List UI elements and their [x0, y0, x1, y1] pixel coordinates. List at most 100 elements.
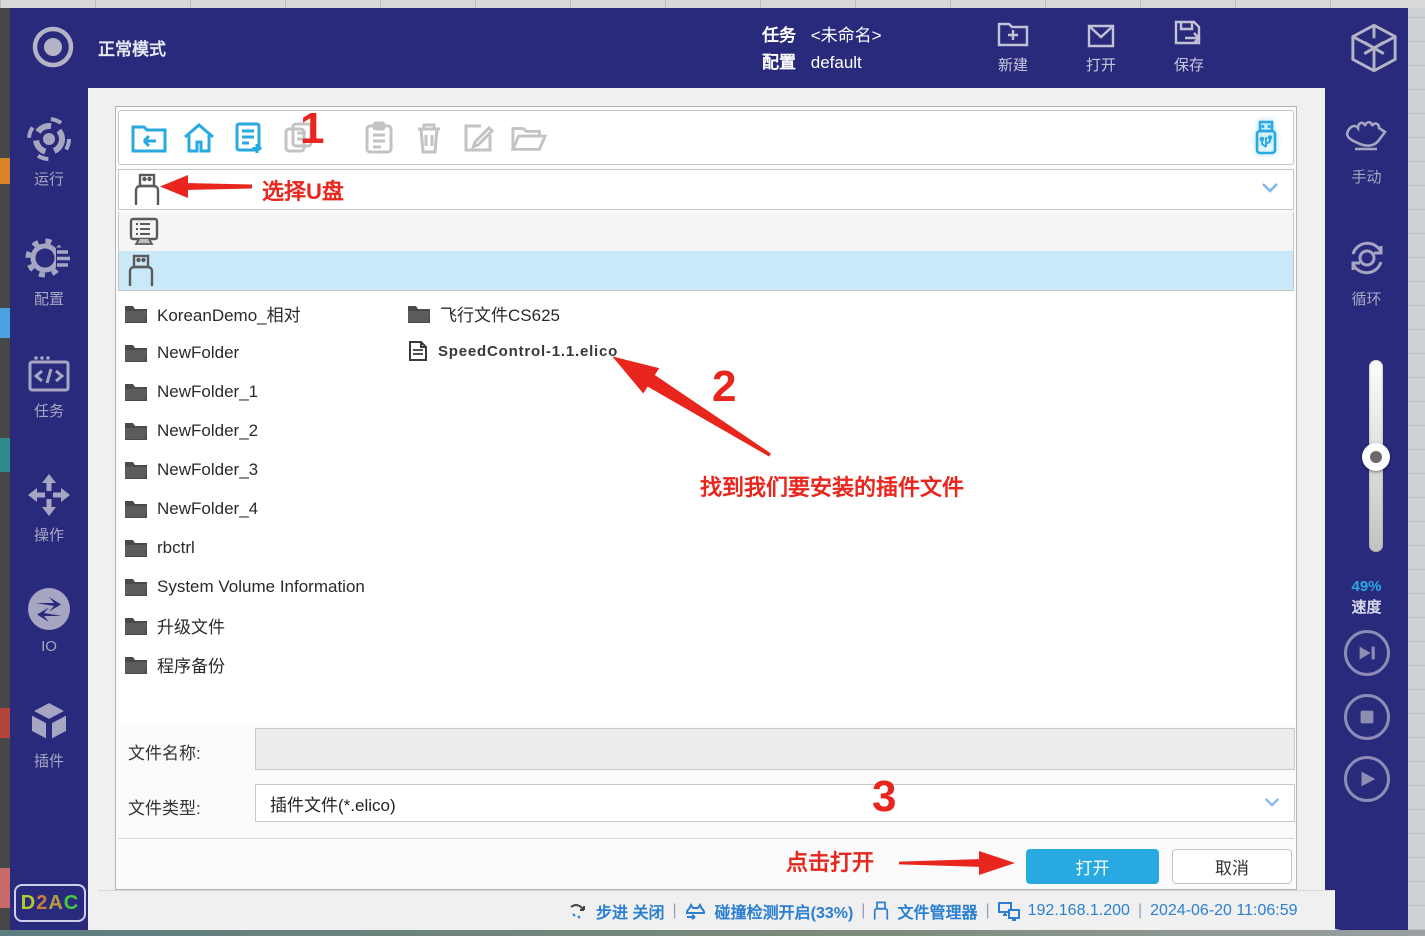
right-sidebar: 手动 循环 49% 速度	[1325, 88, 1408, 930]
file-name: NewFolder_4	[157, 499, 258, 519]
rename-button[interactable]	[461, 120, 497, 156]
d2ac-badge[interactable]: D2AC	[14, 884, 86, 922]
sidebar-item-loop[interactable]: 循环	[1325, 234, 1408, 309]
run-target-icon	[26, 116, 72, 162]
open-folder-button[interactable]	[511, 120, 547, 156]
file-type-value: 插件文件(*.elico)	[270, 791, 396, 816]
file-row[interactable]: 升级文件	[124, 606, 365, 645]
file-name: 飞行文件CS625	[440, 301, 560, 326]
folder-icon	[124, 616, 148, 635]
config-value: default	[811, 53, 862, 72]
annotation-step1-text: 选择U盘	[262, 174, 344, 206]
file-row[interactable]: KoreanDemo_相对	[124, 294, 365, 333]
step-mode-icon[interactable]	[568, 901, 588, 921]
file-row-plugin[interactable]: SpeedControl-1.1.elico	[407, 332, 618, 370]
sidebar-item-io[interactable]: IO	[10, 586, 88, 655]
usb-drive-icon	[1253, 120, 1279, 156]
cancel-button[interactable]: 取消	[1172, 849, 1292, 884]
drive-list	[118, 212, 1294, 291]
plugin-cube-icon	[26, 698, 72, 744]
sidebar-label-plugin: 插件	[34, 753, 64, 770]
task-code-icon	[26, 354, 72, 394]
ip-address: 192.168.1.200	[1028, 902, 1130, 920]
new-task-icon	[996, 18, 1030, 50]
annotation-step3-text: 点击打开	[786, 845, 874, 877]
file-toolbar	[118, 110, 1294, 165]
folder-icon	[124, 343, 148, 362]
file-row[interactable]: 飞行文件CS625	[407, 294, 618, 332]
sidebar-label-task: 任务	[34, 403, 64, 420]
file-row[interactable]: NewFolder_2	[124, 411, 365, 450]
step-mode-label[interactable]: 步进 关闭	[596, 899, 664, 923]
collision-detect-label[interactable]: 碰撞检测开启(33%)	[715, 899, 854, 923]
move-arrows-icon	[26, 472, 72, 518]
folder-icon	[124, 577, 148, 596]
usb-drive-indicator[interactable]	[1253, 120, 1279, 161]
status-separator: |	[985, 902, 989, 920]
file-name: NewFolder_3	[157, 460, 258, 480]
drive-option-usb[interactable]	[119, 251, 1293, 290]
rename-icon	[462, 121, 496, 155]
new-document-button[interactable]	[231, 120, 267, 156]
new-task-button[interactable]: 新建	[978, 18, 1048, 75]
mode-button[interactable]	[30, 24, 76, 70]
file-manager-label[interactable]: 文件管理器	[897, 899, 977, 923]
annotation-arrow-select-usb	[155, 169, 255, 205]
delete-button[interactable]	[411, 120, 447, 156]
folder-back-button[interactable]	[131, 120, 167, 156]
sidebar-item-run[interactable]: 运行	[10, 116, 88, 189]
save-task-button[interactable]: 保存	[1154, 18, 1224, 75]
datetime: 2024-06-20 11:06:59	[1150, 902, 1297, 920]
file-row[interactable]: NewFolder_1	[124, 372, 365, 411]
file-name-input[interactable]	[255, 728, 1295, 770]
desktop-left-strip	[0, 8, 10, 930]
status-separator: |	[672, 902, 676, 920]
speed-slider-thumb[interactable]	[1362, 443, 1390, 471]
sidebar-item-task[interactable]: 任务	[10, 354, 88, 421]
mode-ring-icon	[30, 24, 76, 70]
sidebar-item-config[interactable]: 配置	[10, 236, 88, 309]
sidebar-item-manual[interactable]: 手动	[1325, 116, 1408, 187]
file-column-left: KoreanDemo_相对 NewFolder NewFolder_1 NewF…	[124, 294, 365, 684]
file-name: SpeedControl-1.1.elico	[438, 343, 618, 360]
play-icon	[1356, 768, 1378, 790]
new-task-label: 新建	[998, 57, 1028, 74]
file-row[interactable]: NewFolder_4	[124, 489, 365, 528]
file-type-select[interactable]: 插件文件(*.elico)	[255, 784, 1295, 822]
status-bar: 步进 关闭 | 碰撞检测开启(33%) | 文件管理器 | 192.168.1.…	[98, 890, 1335, 930]
play-button[interactable]	[1344, 756, 1390, 802]
file-row[interactable]: NewFolder	[124, 333, 365, 372]
app-window: 正常模式 任务 <未命名> 配置 default 新建 打开	[10, 8, 1408, 930]
step-forward-button[interactable]	[1344, 630, 1390, 676]
sidebar-item-plugin[interactable]: 插件	[10, 698, 88, 771]
file-row[interactable]: rbctrl	[124, 528, 365, 567]
task-config-block: 任务 <未命名> 配置 default	[762, 22, 882, 76]
stop-button[interactable]	[1344, 694, 1390, 740]
network-icon	[998, 901, 1020, 921]
collision-detect-icon[interactable]	[685, 901, 707, 921]
paste-button[interactable]	[361, 120, 397, 156]
io-circle-icon	[26, 586, 72, 632]
annotation-step3-number: 3	[872, 772, 896, 822]
settings-gear-icon	[25, 236, 73, 282]
open-task-button[interactable]: 打开	[1066, 18, 1136, 75]
save-task-label: 保存	[1174, 57, 1204, 74]
file-name: NewFolder_2	[157, 421, 258, 441]
left-sidebar: 运行 配置 任务	[10, 88, 88, 930]
file-name: System Volume Information	[157, 577, 365, 597]
sidebar-item-operate[interactable]: 操作	[10, 472, 88, 545]
hand-icon	[1341, 116, 1393, 160]
delete-icon	[414, 121, 444, 155]
speed-percent: 49%	[1325, 578, 1408, 595]
file-manager-icon[interactable]	[873, 901, 889, 921]
file-row[interactable]: 程序备份	[124, 645, 365, 684]
desktop-top-strip	[0, 0, 1425, 8]
home-button[interactable]	[181, 120, 217, 156]
file-row[interactable]: System Volume Information	[124, 567, 365, 606]
drive-option-computer[interactable]	[119, 212, 1293, 251]
file-row[interactable]: NewFolder_3	[124, 450, 365, 489]
folder-icon	[124, 499, 148, 518]
sidebar-label-loop: 循环	[1351, 291, 1381, 308]
document-icon	[407, 340, 429, 362]
open-button[interactable]: 打开	[1026, 849, 1159, 884]
